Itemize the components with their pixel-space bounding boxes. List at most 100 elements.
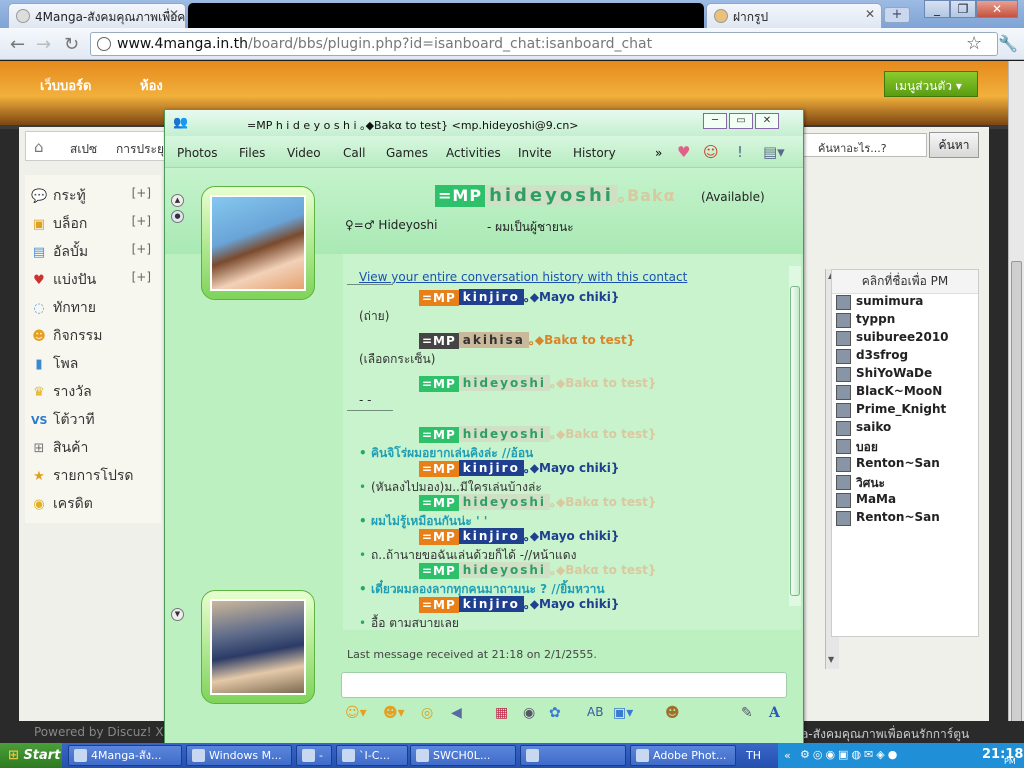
taskbar-item[interactable]: `I-C... [336, 745, 408, 766]
sound-icon[interactable]: ◉ [523, 705, 535, 721]
tray-icons[interactable]: ⚙◎◉▣◍✉◈● [800, 748, 900, 761]
taskbar-item[interactable] [520, 745, 626, 766]
close-window-button[interactable]: ✕ [976, 0, 1018, 18]
messenger-minimize-button[interactable]: ─ [703, 113, 727, 129]
options-menu-icon[interactable]: ▤▾ [763, 143, 785, 161]
wink-icon[interactable]: ☻▾ [383, 705, 405, 721]
user-list-item[interactable]: sumimura [832, 294, 978, 312]
user-list-item[interactable]: Prime_Knight [832, 402, 978, 420]
user-list-item[interactable]: Renton~San [832, 456, 978, 474]
emoticon-custom-icon[interactable]: ☻ [665, 705, 680, 721]
menu-games[interactable]: Games [386, 146, 428, 160]
banner-nav-room[interactable]: ห้อง [140, 75, 163, 96]
maximize-button[interactable]: ❐ [950, 0, 976, 18]
taskbar-item[interactable]: SWCH0L... [410, 745, 516, 766]
page-scrollbar[interactable] [1008, 61, 1024, 743]
menu-activities[interactable]: Activities [446, 146, 501, 160]
sidebar-item-share[interactable]: ♥ แบ่งปัน [+] [31, 269, 159, 289]
browser-tab-upload[interactable]: ฝากรูป ✕ [706, 3, 882, 28]
browser-tab-redacted[interactable] [188, 3, 704, 28]
messenger-close-button[interactable]: ✕ [755, 113, 779, 129]
sidebar-item-threads[interactable]: 💬 กระทู้ [+] [31, 185, 159, 205]
back-arrow-icon[interactable]: ← [10, 34, 25, 55]
heart-icon[interactable]: ♥ [677, 143, 690, 161]
tray-arrow-icon[interactable]: « [784, 749, 791, 762]
sidebar-item-goods[interactable]: ⊞ สินค้า [31, 437, 159, 457]
site-search-button[interactable]: ค้นหา [929, 132, 979, 158]
banner-nav-webboard[interactable]: เว็บบอร์ด [40, 75, 91, 96]
user-list-item[interactable]: MaMa [832, 492, 978, 510]
menu-video[interactable]: Video [287, 146, 321, 160]
sidebar-item-reward[interactable]: ♛ รางวัล [31, 381, 159, 401]
contact-avatar-frame[interactable] [201, 186, 315, 300]
start-button[interactable]: ⊞ Start [0, 743, 62, 768]
emoticon-face-icon[interactable]: ☺ [703, 143, 719, 161]
tab-close-icon[interactable]: ✕ [865, 7, 875, 21]
address-bar[interactable]: www.4manga.in.th/board/bbs/plugin.php?id… [90, 32, 998, 56]
handwriting-icon[interactable]: ✎ [741, 705, 753, 721]
user-list-item[interactable]: BlacK~MooN [832, 384, 978, 402]
menu-call[interactable]: Call [343, 146, 365, 160]
menu-invite[interactable]: Invite [518, 146, 552, 160]
conversation-scroll-thumb[interactable] [790, 286, 800, 596]
menu-history[interactable]: History [573, 146, 616, 160]
bookmark-star-icon[interactable]: ☆ [966, 33, 982, 54]
greet-icon: ◌ [33, 301, 45, 316]
history-link[interactable]: View your entire conversation history wi… [359, 270, 687, 284]
sidebar-item-blog[interactable]: ▣ บล็อก [+] [31, 213, 159, 233]
input-language[interactable]: TH [746, 749, 761, 762]
taskbar-item[interactable]: Adobe Phot... [630, 745, 736, 766]
scroll-thumb[interactable] [1011, 261, 1022, 731]
emoticon-icon[interactable]: ☺▾ [345, 705, 367, 721]
own-avatar-frame[interactable] [201, 590, 315, 704]
user-list-item[interactable]: วิศนะ [832, 474, 978, 492]
user-list-item[interactable]: ShiYoWaDe [832, 366, 978, 384]
alert-icon[interactable]: ! [737, 143, 743, 161]
sidebar-item-album[interactable]: ▤ อัลบั้ม [+] [31, 241, 159, 261]
sidebar-item-debate[interactable]: VS โต้วาที [31, 409, 159, 429]
sidebar-item-poll[interactable]: ▮ โพล [31, 353, 159, 373]
scroll-down-arrow-icon[interactable]: ▼ [828, 655, 834, 664]
conversation-scrollbar[interactable] [789, 266, 801, 606]
taskbar-item[interactable]: Windows M... [186, 745, 292, 766]
more-chevron-icon[interactable]: » [655, 146, 662, 160]
taskbar-item[interactable]: - [296, 745, 332, 766]
breadcrumb-item[interactable]: สเปซ [70, 140, 97, 159]
wrench-icon[interactable]: 🔧 [998, 34, 1018, 53]
messenger-maximize-button[interactable]: ▭ [729, 113, 753, 129]
site-search-input[interactable]: ค้นหาอะไร...? [797, 133, 927, 157]
voice-clip-icon[interactable]: ◀ [451, 705, 462, 721]
nudge-icon[interactable]: ◎ [421, 705, 433, 721]
games-icon[interactable]: ✿ [549, 705, 561, 721]
reload-icon[interactable]: ↻ [64, 34, 79, 55]
webcam-icon[interactable]: ● [171, 210, 184, 223]
menu-files[interactable]: Files [239, 146, 265, 160]
minimize-button[interactable]: _ [924, 0, 950, 18]
sidebar-item-favorites[interactable]: ★ รายการโปรด [31, 465, 159, 485]
translate-icon[interactable]: AB [587, 705, 603, 719]
tab-close-icon[interactable]: ✕ [169, 7, 179, 21]
message-input[interactable] [341, 672, 787, 698]
home-icon[interactable]: ⌂ [34, 138, 44, 156]
menu-photos[interactable]: Photos [177, 146, 217, 160]
sidebar-item-credit[interactable]: ◉ เครดิต [31, 493, 159, 513]
user-list-item[interactable]: suiburee2010 [832, 330, 978, 348]
user-list-item[interactable]: d3sfrog [832, 348, 978, 366]
new-tab-button[interactable]: + [884, 7, 910, 23]
personal-menu-button[interactable]: เมนูส่วนตัว ▾ [884, 71, 978, 97]
forward-arrow-icon[interactable]: → [36, 34, 51, 55]
font-icon[interactable]: A [769, 705, 780, 721]
user-list-item[interactable]: บอย [832, 438, 978, 456]
taskbar-item[interactable]: 4Manga-สัง... [68, 745, 182, 766]
collapse-own-avatar-icon[interactable]: ▼ [171, 608, 184, 621]
background-icon[interactable]: ▦ [495, 705, 508, 721]
share-folder-icon[interactable]: ▣▾ [613, 705, 633, 721]
user-list-item[interactable]: Renton~San [832, 510, 978, 528]
browser-tab-4manga[interactable]: 4Manga-สังคมคุณภาพเพื่อคนรักการ์ตูน ✕ [8, 3, 186, 28]
breadcrumb-item[interactable]: การประยุก [116, 140, 171, 159]
user-list-item[interactable]: saiko [832, 420, 978, 438]
sidebar-item-activity[interactable]: ☻ กิจกรรม [31, 325, 159, 345]
user-list-item[interactable]: typpn [832, 312, 978, 330]
sidebar-item-greet[interactable]: ◌ ทักทาย [31, 297, 159, 317]
collapse-arrow-icon[interactable]: ▲ [171, 194, 184, 207]
